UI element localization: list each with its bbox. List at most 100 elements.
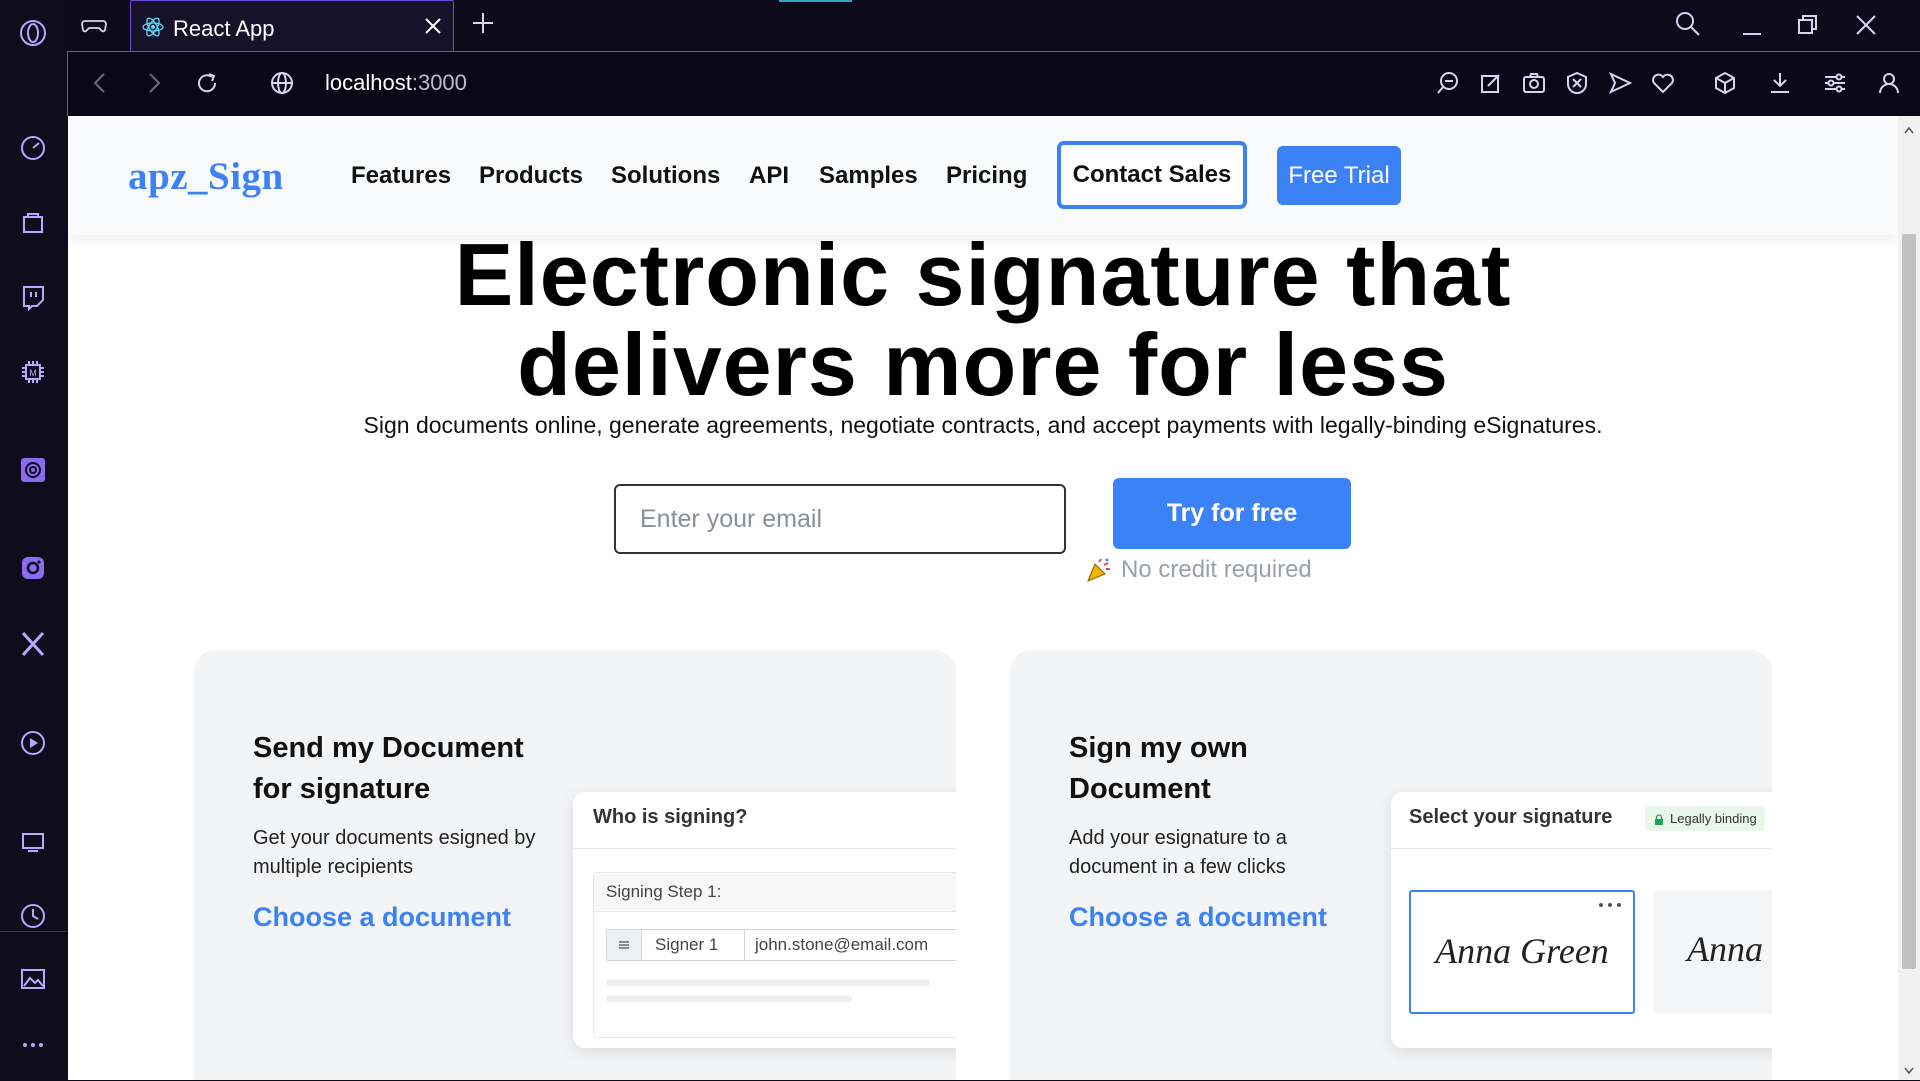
tab-bar: React App: [67, 0, 1920, 51]
scroll-up-icon[interactable]: [1903, 122, 1915, 134]
adblock-icon[interactable]: [1564, 70, 1592, 98]
svg-text:M: M: [29, 368, 37, 378]
globe-icon[interactable]: [269, 70, 297, 98]
url-host: localhost: [325, 70, 412, 95]
tab-react-app[interactable]: React App: [130, 0, 454, 51]
choose-document-link[interactable]: Choose a document: [253, 902, 511, 933]
nav-api[interactable]: API: [749, 162, 789, 190]
card-title: Sign my own Document: [1069, 728, 1248, 810]
gamepad-icon[interactable]: [81, 12, 107, 38]
card-description: Get your documents esigned by multiple r…: [253, 824, 535, 882]
edit-icon[interactable]: [1478, 70, 1506, 98]
card-desc-line2: document in a few clicks: [1069, 856, 1286, 878]
history-icon[interactable]: [14, 897, 52, 935]
site-logo[interactable]: apz_Sign: [128, 154, 284, 199]
signer-row: Signer 1 john.stone@email.com: [606, 929, 956, 961]
party-popper-icon: [1085, 556, 1113, 584]
send-icon[interactable]: [1607, 70, 1635, 98]
card-desc-line2: multiple recipients: [253, 856, 414, 878]
mock-divider: [1391, 848, 1772, 849]
card-title: Send my Document for signature: [253, 728, 524, 810]
url-port: :3000: [411, 70, 467, 95]
nav-samples[interactable]: Samples: [819, 162, 918, 190]
legally-binding-badge: Legally binding: [1645, 806, 1765, 831]
react-logo-icon: [141, 15, 165, 39]
placeholder-bar: [606, 995, 852, 1002]
signature-option[interactable]: Anna Green: [1653, 890, 1772, 1014]
scroll-down-icon[interactable]: [1903, 1063, 1915, 1075]
heart-icon[interactable]: [1650, 70, 1678, 98]
placeholder-bar: [606, 979, 930, 986]
twitch-icon[interactable]: [14, 278, 52, 316]
zoom-icon[interactable]: [1435, 70, 1463, 98]
no-credit-note: No credit required: [1085, 556, 1312, 584]
close-tab-icon[interactable]: [422, 15, 444, 37]
signer-email: john.stone@email.com: [755, 935, 929, 954]
sign-own-document-card: Sign my own Document Add your esignature…: [1010, 650, 1772, 1080]
free-trial-button[interactable]: Free Trial: [1277, 146, 1401, 205]
reload-icon[interactable]: [194, 70, 222, 98]
forward-icon[interactable]: [140, 70, 168, 98]
hero-title-line2: delivers more for less: [517, 315, 1449, 414]
more-icon[interactable]: [14, 1026, 52, 1064]
tab-search-icon[interactable]: [1674, 10, 1702, 38]
signer-label: Signer 1: [641, 930, 745, 960]
camera-icon[interactable]: [1521, 70, 1549, 98]
site-navbar: apz_Sign Features Products Solutions API…: [68, 116, 1898, 235]
nav-pricing[interactable]: Pricing: [946, 162, 1027, 190]
mock-heading: Select your signature: [1409, 806, 1613, 828]
try-for-free-button[interactable]: Try for free: [1113, 478, 1351, 549]
tab-title: React App: [173, 16, 275, 41]
tabs-icon[interactable]: [14, 823, 52, 861]
card-desc-line1: Get your documents esigned by: [253, 827, 536, 849]
signing-step-box: Signing Step 1: Signer 1 john.stone@emai…: [593, 872, 956, 1038]
close-window-icon[interactable]: [1853, 12, 1879, 38]
email-input[interactable]: [614, 484, 1066, 554]
memory-chip-icon[interactable]: M: [14, 353, 52, 391]
hero-title: Electronic signature that delivers more …: [68, 230, 1898, 410]
no-credit-text: No credit required: [1121, 556, 1312, 583]
signature-text: Anna Green: [1687, 929, 1772, 969]
scroll-thumb[interactable]: [1902, 234, 1916, 969]
back-icon[interactable]: [88, 70, 116, 98]
more-options-icon[interactable]: [1596, 898, 1624, 910]
drag-handle-icon[interactable]: [607, 930, 642, 960]
card-title-line2: for signature: [253, 773, 431, 805]
gallery-icon[interactable]: [14, 960, 52, 998]
opera-logo-icon[interactable]: [14, 14, 52, 52]
address-bar: localhost:3000: [67, 51, 1920, 116]
page-viewport: apz_Sign Features Products Solutions API…: [68, 116, 1898, 1080]
x-twitter-icon[interactable]: [14, 625, 52, 663]
choose-document-link[interactable]: Choose a document: [1069, 902, 1327, 933]
who-is-signing-preview: Who is signing? Signing Step 1: Signer 1…: [573, 792, 956, 1048]
player-icon[interactable]: [14, 724, 52, 762]
restore-icon[interactable]: [1794, 12, 1820, 38]
instagram-icon[interactable]: [14, 549, 52, 587]
profile-icon[interactable]: [1876, 70, 1904, 98]
sidebar-divider: [0, 931, 67, 932]
card-title-line1: Sign my own: [1069, 732, 1248, 764]
loading-indicator: [779, 0, 852, 2]
hero-subtitle: Sign documents online, generate agreemen…: [363, 412, 1603, 438]
browser-sidebar: M: [0, 0, 67, 1080]
new-tab-icon[interactable]: [470, 10, 496, 36]
extensions-cube-icon[interactable]: [1712, 70, 1740, 98]
step-label: Signing Step 1:: [606, 882, 722, 901]
nav-features[interactable]: Features: [351, 162, 451, 190]
minimize-icon[interactable]: [1739, 14, 1765, 40]
signature-text: Anna Green: [1435, 931, 1609, 971]
contact-sales-button[interactable]: Contact Sales: [1057, 141, 1247, 209]
shopping-bag-icon[interactable]: [14, 203, 52, 241]
speed-dial-icon[interactable]: [14, 129, 52, 167]
url-field[interactable]: localhost:3000: [325, 70, 467, 96]
nav-solutions[interactable]: Solutions: [611, 162, 720, 190]
chatgpt-icon[interactable]: [14, 451, 52, 489]
send-document-card: Send my Document for signature Get your …: [194, 650, 956, 1080]
card-title-line1: Send my Document: [253, 732, 524, 764]
easy-setup-icon[interactable]: [1822, 70, 1850, 98]
download-icon[interactable]: [1767, 70, 1795, 98]
signature-option-selected[interactable]: Anna Green: [1409, 890, 1635, 1014]
page-scrollbar[interactable]: [1898, 116, 1920, 1080]
nav-products[interactable]: Products: [479, 162, 583, 190]
select-signature-preview: Select your signature Legally binding An…: [1391, 792, 1772, 1048]
